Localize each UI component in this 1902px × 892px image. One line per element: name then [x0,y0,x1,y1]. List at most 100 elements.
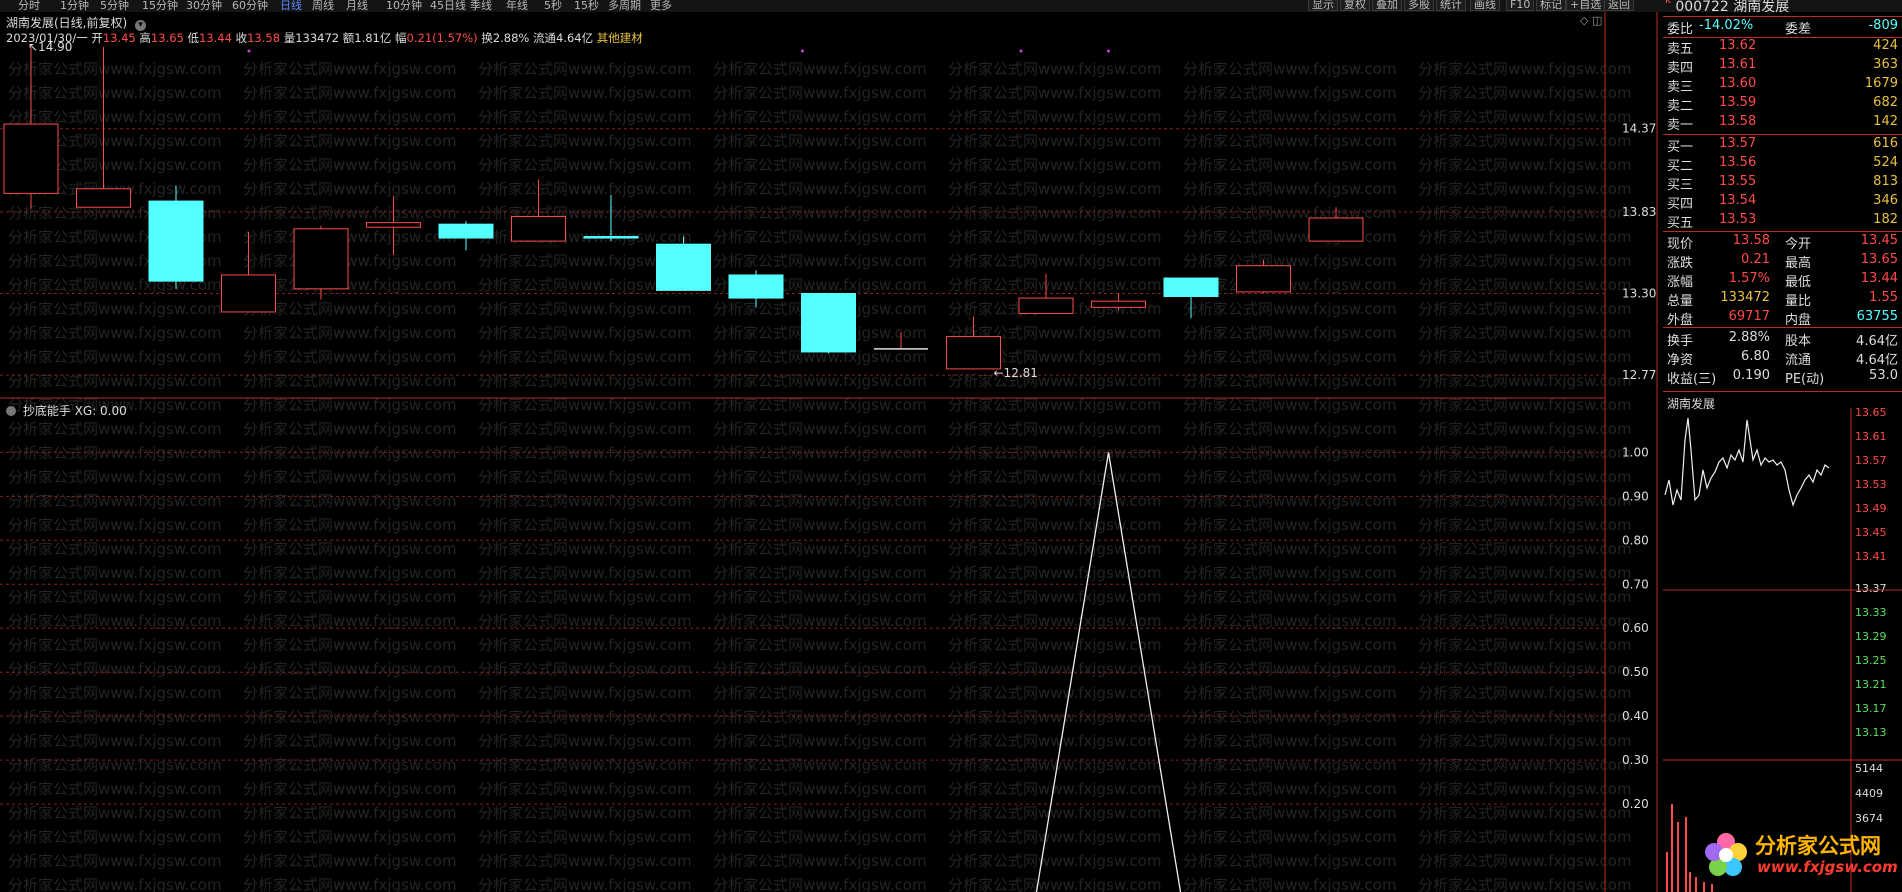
watermark-text: 分析家公式网www.fxjgsw.com [713,852,927,870]
watermark-text: 分析家公式网www.fxjgsw.com [1183,420,1397,438]
watermark-text: 分析家公式网www.fxjgsw.com [478,636,692,654]
watermark-text: 分析家公式网www.fxjgsw.com [243,204,457,222]
period-tab-11[interactable]: 季线 [470,0,492,13]
toolbar-button-7[interactable]: 标记 [1536,0,1566,11]
watermark-text: 分析家公式网www.fxjgsw.com [478,108,692,126]
indicator-settings-icon[interactable] [6,406,16,416]
watermark-text: 分析家公式网www.fxjgsw.com [478,180,692,198]
logo-url: www.fxjgsw.com [1757,858,1898,876]
toolbar-button-6[interactable]: F10 [1506,0,1535,11]
period-tab-1[interactable]: 1分钟 [60,0,89,13]
watermark-text: 分析家公式网www.fxjgsw.com [1418,132,1632,150]
period-tab-13[interactable]: 5秒 [544,0,562,13]
period-tab-16[interactable]: 更多 [650,0,672,13]
mini-volume-bar [1685,817,1687,892]
period-tab-6[interactable]: 日线 [280,0,302,13]
watermark-text: 分析家公式网www.fxjgsw.com [948,612,1162,630]
toolbar-button-8[interactable]: +自选 [1566,0,1606,11]
watermark-text: 分析家公式网www.fxjgsw.com [948,468,1162,486]
watermark-text: 分析家公式网www.fxjgsw.com [243,468,457,486]
watermark-text: 分析家公式网www.fxjgsw.com [478,156,692,174]
watermark-text: 分析家公式网www.fxjgsw.com [713,84,927,102]
watermark-text: 分析家公式网www.fxjgsw.com [1418,180,1632,198]
watermark-text: 分析家公式网www.fxjgsw.com [1183,684,1397,702]
period-tab-8[interactable]: 月线 [346,0,368,13]
watermark-text: 分析家公式网www.fxjgsw.com [8,492,222,510]
indicator-tick-label: 0.60 [1622,621,1649,635]
candle-body [438,223,494,239]
period-tab-2[interactable]: 5分钟 [100,0,129,13]
price-tick-label: 12.77 [1622,368,1656,382]
toolbar-button-4[interactable]: 统计 [1436,0,1466,11]
watermark-text: 分析家公式网www.fxjgsw.com [713,780,927,798]
toolbar-button-9[interactable]: 返回 [1604,0,1634,11]
watermark-text: 分析家公式网www.fxjgsw.com [243,228,457,246]
watermark-text: 分析家公式网www.fxjgsw.com [478,324,692,342]
period-tab-14[interactable]: 15秒 [574,0,599,13]
watermark-text: 分析家公式网www.fxjgsw.com [713,252,927,270]
watermark-text: 分析家公式网www.fxjgsw.com [8,708,222,726]
watermark-text: 分析家公式网www.fxjgsw.com [243,156,457,174]
watermark-text: 分析家公式网www.fxjgsw.com [948,396,1162,414]
chart-title: 湖南发展(日线,前复权) ▾ [6,14,147,31]
period-tab-4[interactable]: 30分钟 [186,0,222,13]
period-tab-10[interactable]: 45日线 [430,0,466,13]
amount-value: 1.81亿 [354,31,392,45]
watermark-text: 分析家公式网www.fxjgsw.com [1418,804,1632,822]
low-value: 13.44 [199,31,232,45]
watermark-text: 分析家公式网www.fxjgsw.com [713,228,927,246]
watermark-text: 分析家公式网www.fxjgsw.com [948,636,1162,654]
watermark-text: 分析家公式网www.fxjgsw.com [1183,588,1397,606]
watermark-text: 分析家公式网www.fxjgsw.com [8,348,222,366]
period-tab-15[interactable]: 多周期 [608,0,641,13]
toolbar-button-1[interactable]: 复权 [1340,0,1370,11]
period-tab-9[interactable]: 10分钟 [386,0,422,13]
watermark-text: 分析家公式网www.fxjgsw.com [713,516,927,534]
watermark-text: 分析家公式网www.fxjgsw.com [713,396,927,414]
candle-body [946,336,1001,370]
period-tab-12[interactable]: 年线 [506,0,528,13]
watermark-text: 分析家公式网www.fxjgsw.com [1418,252,1632,270]
float-value: 4.64亿 [556,31,594,45]
indicator-tick-label: 1.00 [1622,445,1649,459]
watermark-text: 分析家公式网www.fxjgsw.com [713,804,927,822]
watermark-text: 分析家公式网www.fxjgsw.com [8,564,222,582]
period-tab-5[interactable]: 60分钟 [232,0,268,13]
watermark-text: 分析家公式网www.fxjgsw.com [948,588,1162,606]
watermark-text: 分析家公式网www.fxjgsw.com [243,84,457,102]
toolbar-button-0[interactable]: 显示 [1308,0,1338,11]
watermark-text: 分析家公式网www.fxjgsw.com [243,420,457,438]
quote-panel: K 000722 湖南发展 委比 -14.02% 委差 -809 卖五 13.62 424 卖… [1663,0,1902,892]
watermark-text: 分析家公式网www.fxjgsw.com [243,684,457,702]
period-tab-0[interactable]: 分时 [18,0,40,13]
watermark-text: 分析家公式网www.fxjgsw.com [243,876,457,892]
change-value: 0.21(1.57%) [406,31,478,45]
maximize-icon[interactable]: ◫ [1592,14,1602,27]
watermark-text: 分析家公式网www.fxjgsw.com [8,468,222,486]
candle [656,236,711,291]
watermark-text: 分析家公式网www.fxjgsw.com [713,60,927,78]
watermark-text: 分析家公式网www.fxjgsw.com [243,732,457,750]
toolbar-button-5[interactable]: 画线 [1470,0,1500,11]
watermark-text: 分析家公式网www.fxjgsw.com [1183,204,1397,222]
toolbar-button-3[interactable]: 多股 [1404,0,1434,11]
watermark-text: 分析家公式网www.fxjgsw.com [8,588,222,606]
watermark-text: 分析家公式网www.fxjgsw.com [1183,660,1397,678]
watermark-text: 分析家公式网www.fxjgsw.com [243,492,457,510]
watermark-text: 分析家公式网www.fxjgsw.com [713,564,927,582]
sector-label[interactable]: 其他建材 [597,31,643,45]
toolbar-button-2[interactable]: 叠加 [1372,0,1402,11]
watermark-text: 分析家公式网www.fxjgsw.com [243,756,457,774]
watermark-text: 分析家公式网www.fxjgsw.com [1183,132,1397,150]
watermark-text: 分析家公式网www.fxjgsw.com [1418,708,1632,726]
watermark-text: 分析家公式网www.fxjgsw.com [478,204,692,222]
period-tab-7[interactable]: 周线 [312,0,334,13]
watermark-text: 分析家公式网www.fxjgsw.com [1418,684,1632,702]
candle-body [1018,297,1074,314]
signal-dot [1019,49,1023,53]
watermark-layer: 分析家公式网www.fxjgsw.com 分析家公式网www.fxjgsw.com… [8,60,1632,892]
period-tab-3[interactable]: 15分钟 [142,0,178,13]
diamond-icon[interactable]: ◇ [1580,14,1588,27]
watermark-text: 分析家公式网www.fxjgsw.com [243,708,457,726]
panel-controls: ◇ ◫ [1580,14,1602,27]
